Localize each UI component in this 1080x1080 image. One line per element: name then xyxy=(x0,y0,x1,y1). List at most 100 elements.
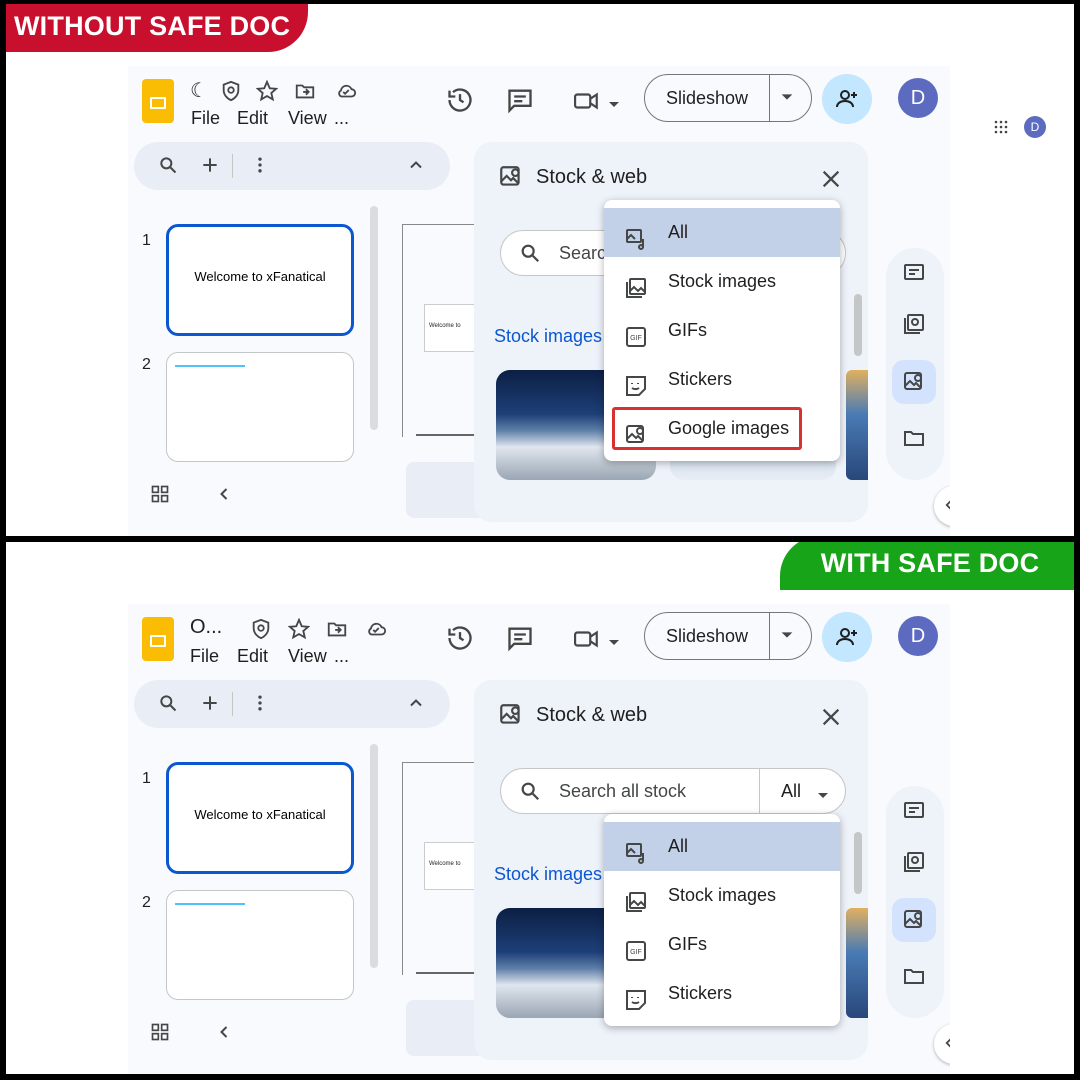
share-button[interactable] xyxy=(822,612,872,662)
images-icon[interactable] xyxy=(902,312,926,341)
stock-web-rail-icon[interactable] xyxy=(902,908,926,937)
star-icon[interactable] xyxy=(287,617,312,640)
filter-dropdown-icon[interactable] xyxy=(817,787,829,805)
filmstrip-scrollbar[interactable] xyxy=(370,744,378,968)
panel-scrollbar[interactable] xyxy=(854,294,862,356)
chevron-left-icon[interactable] xyxy=(214,484,234,509)
panel-scrollbar[interactable] xyxy=(854,832,862,894)
dropdown-item-stock-images[interactable]: Stock images xyxy=(604,257,840,306)
slide-thumbnail-1[interactable]: Welcome to xFanatical xyxy=(166,224,354,336)
stock-search-box[interactable]: Search all stock All xyxy=(500,768,846,814)
dropdown-item-stickers[interactable]: Stickers xyxy=(604,969,840,1018)
meet-video-icon[interactable] xyxy=(572,88,602,119)
dropdown-item-all[interactable]: All xyxy=(604,208,840,257)
move-folder-icon[interactable] xyxy=(326,618,350,640)
grid-view-icon[interactable] xyxy=(150,484,170,509)
search-placeholder[interactable]: Search all stock xyxy=(559,769,686,813)
menu-view[interactable]: View xyxy=(288,646,327,667)
layout-icon[interactable] xyxy=(902,260,926,289)
folder-icon[interactable] xyxy=(902,964,926,993)
slideshow-dropdown-icon[interactable] xyxy=(779,89,795,110)
slideshow-dropdown-icon[interactable] xyxy=(779,627,795,648)
share-button[interactable] xyxy=(822,74,872,124)
slideshow-button[interactable]: Slideshow xyxy=(644,612,812,660)
search-filter-select[interactable]: All xyxy=(781,769,801,813)
grid-view-icon[interactable] xyxy=(150,1022,170,1047)
security-icon[interactable] xyxy=(250,618,274,640)
canvas-text-box[interactable]: Welcome to xyxy=(424,304,476,352)
images-icon[interactable] xyxy=(902,850,926,879)
dropdown-item-gifs[interactable]: GIF GIFs xyxy=(604,306,840,355)
dropdown-item-google-images[interactable]: Google images xyxy=(604,404,840,453)
slides-app-window: O... File Edit View ... Slideshow D 1 We… xyxy=(128,604,950,1074)
stock-images-section-title[interactable]: Stock images xyxy=(494,864,602,885)
meet-dropdown-icon[interactable] xyxy=(608,96,620,114)
canvas-text-box[interactable]: Welcome to xyxy=(424,842,476,890)
google-images-icon xyxy=(624,417,648,466)
side-rail xyxy=(886,786,944,1018)
collapse-panel-button[interactable] xyxy=(934,1024,950,1064)
stock-image-thumbnail[interactable] xyxy=(846,908,868,1018)
slides-logo-icon[interactable] xyxy=(142,79,174,123)
more-vert-icon[interactable] xyxy=(250,155,270,180)
menu-view[interactable]: View xyxy=(288,108,327,129)
stock-web-rail-icon[interactable] xyxy=(902,370,926,399)
apps-grid-icon[interactable] xyxy=(994,120,1008,139)
move-folder-icon[interactable] xyxy=(294,80,318,102)
doc-title[interactable]: ☾ xyxy=(190,78,208,103)
slide-thumbnail-1[interactable]: Welcome to xFanatical xyxy=(166,762,354,874)
menu-edit[interactable]: Edit xyxy=(237,646,268,667)
stock-images-section-title[interactable]: Stock images xyxy=(494,326,602,347)
dropdown-item-gifs[interactable]: GIF GIFs xyxy=(604,920,840,969)
version-history-icon[interactable] xyxy=(446,86,474,119)
close-icon[interactable] xyxy=(820,706,842,733)
media-type-dropdown: All Stock images GIF GIFs Stickers xyxy=(604,814,840,1026)
star-icon[interactable] xyxy=(255,79,280,102)
collapse-panel-button[interactable] xyxy=(934,486,950,526)
search-icon[interactable] xyxy=(158,155,178,180)
dropdown-item-stock-images[interactable]: Stock images xyxy=(604,871,840,920)
meet-video-icon[interactable] xyxy=(572,626,602,657)
menu-file[interactable]: File xyxy=(190,646,219,667)
search-icon[interactable] xyxy=(158,693,178,718)
slide-thumbnail-2[interactable] xyxy=(166,352,354,462)
slide-1-title: Welcome to xFanatical xyxy=(194,269,326,284)
account-avatar[interactable]: D xyxy=(898,78,938,118)
menu-more[interactable]: ... xyxy=(334,108,349,129)
slide-2-text-line xyxy=(175,903,245,905)
chevron-up-icon[interactable] xyxy=(406,155,426,180)
dropdown-item-stickers[interactable]: Stickers xyxy=(604,355,840,404)
menu-more[interactable]: ... xyxy=(334,646,349,667)
menu-file[interactable]: File xyxy=(191,108,220,129)
security-icon[interactable] xyxy=(220,80,244,102)
chevron-left-icon[interactable] xyxy=(214,1022,234,1047)
layout-icon[interactable] xyxy=(902,798,926,827)
without-safe-doc-badge: WITHOUT SAFE DOC xyxy=(6,4,308,52)
comments-icon[interactable] xyxy=(506,624,534,657)
doc-title[interactable]: O... xyxy=(190,616,222,639)
chevron-up-icon[interactable] xyxy=(406,693,426,718)
version-history-icon[interactable] xyxy=(446,624,474,657)
meet-dropdown-icon[interactable] xyxy=(608,634,620,652)
dropdown-item-label: GIFs xyxy=(668,934,707,954)
slide-thumbnail-2[interactable] xyxy=(166,890,354,1000)
slideshow-button[interactable]: Slideshow xyxy=(644,74,812,122)
menu-edit[interactable]: Edit xyxy=(237,108,268,129)
cloud-saved-icon[interactable] xyxy=(364,618,388,640)
slide-2-text-line xyxy=(175,365,245,367)
close-icon[interactable] xyxy=(820,168,842,195)
add-person-icon xyxy=(835,625,859,654)
cloud-saved-icon[interactable] xyxy=(334,80,358,102)
folder-icon[interactable] xyxy=(902,426,926,455)
dropdown-item-all[interactable]: All xyxy=(604,822,840,871)
filmstrip-scrollbar[interactable] xyxy=(370,206,378,430)
add-slide-icon[interactable] xyxy=(200,155,220,180)
slides-logo-icon[interactable] xyxy=(142,617,174,661)
stock-image-thumbnail[interactable] xyxy=(846,370,868,480)
more-vert-icon[interactable] xyxy=(250,693,270,718)
dropdown-item-label: Stickers xyxy=(668,983,733,1003)
account-avatar[interactable]: D xyxy=(898,616,938,656)
add-slide-icon[interactable] xyxy=(200,693,220,718)
comments-icon[interactable] xyxy=(506,86,534,119)
browser-avatar[interactable]: D xyxy=(1024,116,1046,138)
